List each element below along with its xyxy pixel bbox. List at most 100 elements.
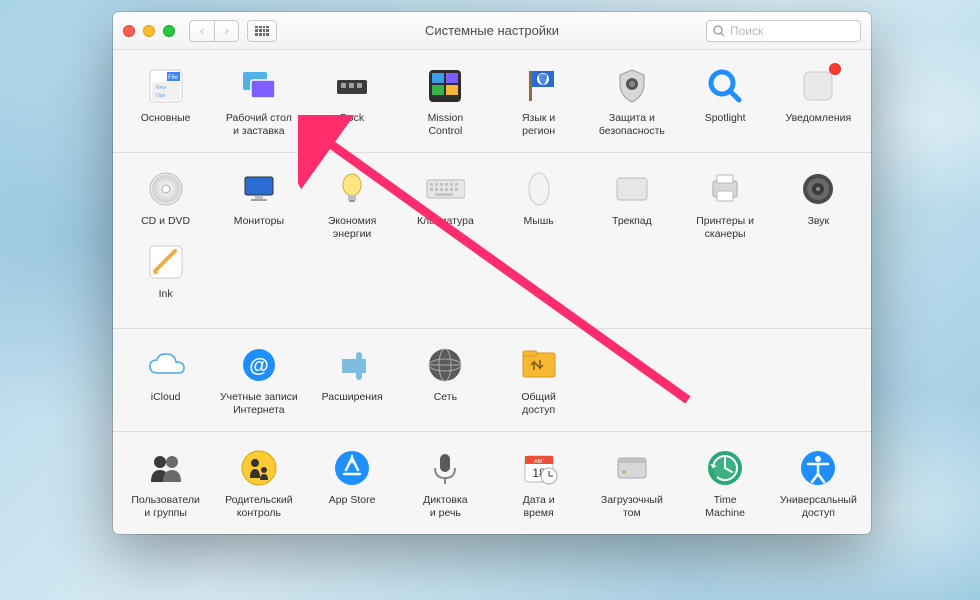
pref-date-time[interactable]: АВГ18Дата и время [492,448,585,520]
extensions-icon [332,345,372,385]
dock-icon [332,66,372,106]
pref-label: Мониторы [234,215,284,241]
pref-energy[interactable]: Экономия энергии [306,169,399,241]
pref-label: CD и DVD [141,215,190,241]
search-input[interactable] [730,24,854,38]
section-3: Пользователи и группы Родительский контро… [113,432,871,534]
preferences-grid: FileNewOpeОсновные Рабочий стол и заставк… [113,50,871,534]
pref-label: Клавиатура [417,215,474,241]
pref-icloud[interactable]: iCloud [119,345,212,417]
pref-label: Учетные записи Интернета [220,391,298,417]
pref-sound[interactable]: Звук [772,169,865,241]
pref-label: Загрузочный том [601,494,663,520]
pref-spotlight[interactable]: Spotlight [679,66,772,138]
pref-general[interactable]: FileNewOpeОсновные [119,66,212,138]
pref-label: Ink [159,288,173,314]
pref-security[interactable]: Защита и безопасность [585,66,678,138]
pref-users[interactable]: Пользователи и группы [119,448,212,520]
pref-internet-accounts[interactable]: @ Учетные записи Интернета [212,345,305,417]
section-2: iCloud @ Учетные записи Интернета Расширени… [113,329,871,432]
displays-icon [239,169,279,209]
pref-language[interactable]: Язык и регион [492,66,585,138]
dictation-icon [425,448,465,488]
time-machine-icon [705,448,745,488]
pref-notifications[interactable]: Уведомления [772,66,865,138]
icloud-icon [146,345,186,385]
search-field[interactable] [706,20,861,42]
pref-label: Звук [808,215,830,241]
pref-mouse[interactable]: Мышь [492,169,585,241]
app-store-icon [332,448,372,488]
show-all-button[interactable] [247,20,277,42]
pref-label: Spotlight [705,112,746,138]
pref-label: Расширения [322,391,383,417]
pref-parental[interactable]: Родительский контроль [212,448,305,520]
internet-accounts-icon: @ [239,345,279,385]
pref-dictation[interactable]: Диктовка и речь [399,448,492,520]
pref-label: Дата и время [523,494,555,520]
startup-disk-icon [612,448,652,488]
window-title: Системные настройки [425,23,559,38]
pref-extensions[interactable]: Расширения [306,345,399,417]
pref-dock[interactable]: Dock [306,66,399,138]
pref-label: Диктовка и речь [423,494,467,520]
general-icon: FileNewOpe [146,66,186,106]
system-preferences-window: ‹ › Системные настройки FileNewOpeОсновн… [113,12,871,534]
pref-label: Экономия энергии [328,215,377,241]
pref-label: Dock [340,112,364,138]
pref-label: Time Machine [705,494,745,520]
grid-icon [255,26,269,36]
pref-startup-disk[interactable]: Загрузочный том [585,448,678,520]
mission-control-icon [425,66,465,106]
pref-printers[interactable]: Принтеры и сканеры [679,169,772,241]
pref-displays[interactable]: Мониторы [212,169,305,241]
forward-button[interactable]: › [214,20,239,42]
pref-time-machine[interactable]: Time Machine [679,448,772,520]
pref-label: Сеть [434,391,457,417]
keyboard-icon [425,169,465,209]
window-controls [123,25,175,37]
pref-desktop[interactable]: Рабочий стол и заставка [212,66,305,138]
pref-mission-control[interactable]: Mission Control [399,66,492,138]
pref-label: Универсальный доступ [780,494,857,520]
trackpad-icon [612,169,652,209]
users-icon [146,448,186,488]
pref-sharing[interactable]: Общий доступ [492,345,585,417]
pref-label: Рабочий стол и заставка [226,112,292,138]
pref-label: App Store [329,494,376,520]
minimize-button[interactable] [143,25,155,37]
pref-app-store[interactable]: App Store [306,448,399,520]
section-1: CD и DVD Мониторы Экономия энергии Клавиату… [113,153,871,328]
pref-label: Мышь [524,215,554,241]
security-icon [612,66,652,106]
back-button[interactable]: ‹ [189,20,214,42]
nav-buttons: ‹ › [189,20,239,42]
sound-icon [798,169,838,209]
ink-icon [146,242,186,282]
pref-trackpad[interactable]: Трекпад [585,169,678,241]
network-icon [425,345,465,385]
pref-keyboard[interactable]: Клавиатура [399,169,492,241]
cd-dvd-icon [146,169,186,209]
pref-network[interactable]: Сеть [399,345,492,417]
titlebar: ‹ › Системные настройки [113,12,871,50]
pref-label: Общий доступ [521,391,556,417]
sharing-icon [519,345,559,385]
pref-label: Защита и безопасность [599,112,665,138]
pref-label: Родительский контроль [225,494,293,520]
notifications-icon [798,66,838,106]
svg-text:Ope: Ope [156,93,166,99]
pref-ink[interactable]: Ink [119,242,212,314]
parental-icon [239,448,279,488]
pref-accessibility[interactable]: Универсальный доступ [772,448,865,520]
search-icon [713,25,725,37]
energy-icon [332,169,372,209]
svg-text:АВГ: АВГ [534,459,544,465]
printers-icon [705,169,745,209]
section-0: FileNewOpeОсновные Рабочий стол и заставк… [113,50,871,153]
pref-cd-dvd[interactable]: CD и DVD [119,169,212,241]
notification-badge [829,63,841,75]
close-button[interactable] [123,25,135,37]
pref-label: Принтеры и сканеры [696,215,754,241]
zoom-button[interactable] [163,25,175,37]
